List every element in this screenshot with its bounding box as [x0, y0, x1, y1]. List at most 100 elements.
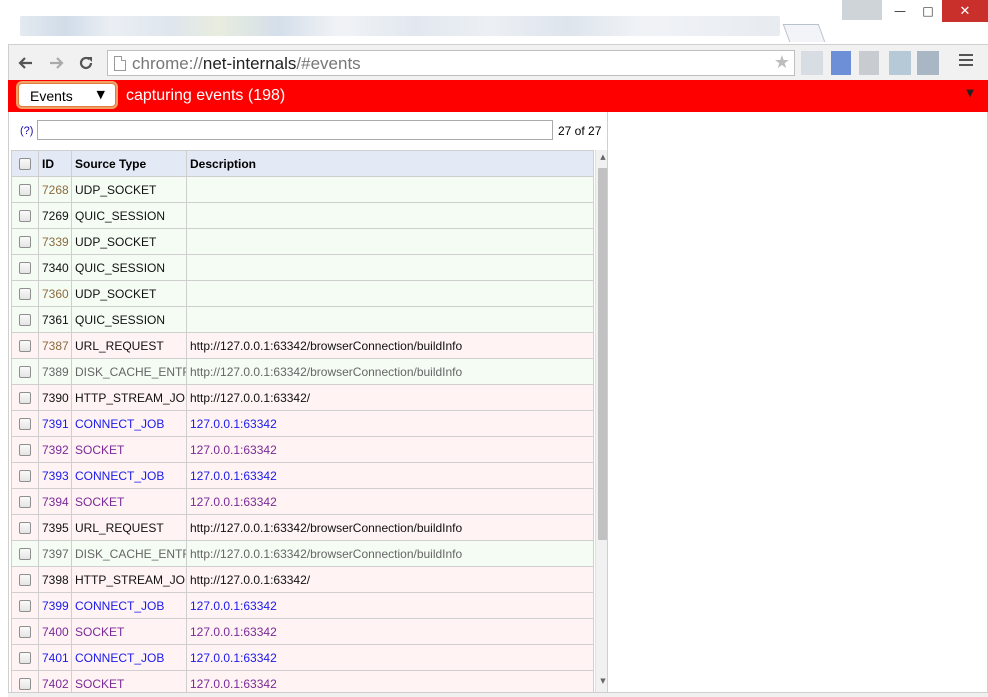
scrollbar-thumb[interactable] [598, 168, 607, 540]
scroll-up-arrow-icon[interactable]: ▲ [598, 153, 607, 165]
window-controls: — □ ✕ [886, 0, 988, 22]
row-checkbox[interactable] [11, 514, 39, 541]
maximize-button[interactable]: □ [914, 0, 942, 22]
row-checkbox[interactable] [11, 644, 39, 671]
minimize-button[interactable]: — [886, 0, 914, 22]
row-checkbox[interactable] [11, 202, 39, 229]
table-row[interactable]: 7269 QUIC_SESSION [11, 202, 594, 229]
description-cell: http://127.0.0.1:63342/ [186, 384, 594, 411]
filter-input[interactable] [37, 120, 553, 140]
select-all-checkbox[interactable] [11, 150, 39, 177]
dropdown-arrow-icon: ▼ [96, 88, 105, 101]
table-row[interactable]: 7390 HTTP_STREAM_JOB http://127.0.0.1:6334… [11, 384, 594, 411]
table-row[interactable]: 7394 SOCKET 127.0.0.1:63342 [11, 488, 594, 515]
table-row[interactable]: 7401 CONNECT_JOB 127.0.0.1:63342 [11, 644, 594, 671]
source-type-cell: URL_REQUEST [71, 332, 187, 359]
table-row[interactable]: 7398 HTTP_STREAM_JOB http://127.0.0.1:6334… [11, 566, 594, 593]
extension-icon[interactable] [859, 51, 879, 75]
source-type-cell: UDP_SOCKET [71, 280, 187, 307]
vertical-scrollbar[interactable]: ▲ ▼ [595, 150, 607, 692]
table-row[interactable]: 7392 SOCKET 127.0.0.1:63342 [11, 436, 594, 463]
extension-icon[interactable] [831, 51, 851, 75]
source-type-cell: CONNECT_JOB [71, 410, 187, 437]
star-icon[interactable]: ★ [774, 52, 790, 73]
filter-help-link[interactable]: (?) [20, 125, 33, 137]
description-cell: 127.0.0.1:63342 [186, 592, 594, 619]
table-row[interactable]: 7268 UDP_SOCKET [11, 176, 594, 203]
table-row[interactable]: 7339 UDP_SOCKET [11, 228, 594, 255]
column-header-source-type[interactable]: Source Type [71, 150, 187, 177]
row-checkbox[interactable] [11, 670, 39, 692]
row-checkbox[interactable] [11, 306, 39, 333]
table-row[interactable]: 7360 UDP_SOCKET [11, 280, 594, 307]
row-checkbox[interactable] [11, 566, 39, 593]
row-checkbox[interactable] [11, 592, 39, 619]
hamburger-menu-icon[interactable] [959, 54, 973, 68]
row-checkbox[interactable] [11, 540, 39, 567]
tab-select-dropdown[interactable]: Events ▼ [18, 83, 116, 107]
row-checkbox[interactable] [11, 436, 39, 463]
table-row[interactable]: 7361 QUIC_SESSION [11, 306, 594, 333]
new-tab-button[interactable] [782, 24, 826, 42]
event-id-cell: 7389 [38, 358, 72, 385]
scroll-down-arrow-icon[interactable]: ▼ [598, 677, 607, 689]
row-checkbox[interactable] [11, 618, 39, 645]
column-header-description[interactable]: Description [186, 150, 594, 177]
table-row[interactable]: 7397 DISK_CACHE_ENTRY http://127.0.0.1:633… [11, 540, 594, 567]
events-table: ID Source Type Description 7268 UDP_SOCKE… [11, 150, 594, 692]
extension-icon[interactable] [801, 51, 823, 75]
event-details-pane [608, 112, 988, 692]
description-cell: 127.0.0.1:63342 [186, 488, 594, 515]
source-type-cell: CONNECT_JOB [71, 462, 187, 489]
close-button[interactable]: ✕ [942, 0, 988, 22]
row-checkbox[interactable] [11, 410, 39, 437]
source-type-cell: SOCKET [71, 436, 187, 463]
address-bar[interactable]: chrome://net-internals/#events ★ [107, 50, 795, 76]
row-checkbox[interactable] [11, 332, 39, 359]
reload-icon[interactable] [75, 52, 97, 74]
description-cell: http://127.0.0.1:63342/browserConnection… [186, 540, 594, 567]
tab-strip-blurred[interactable] [20, 16, 780, 36]
column-header-id[interactable]: ID [38, 150, 72, 177]
event-id-cell: 7390 [38, 384, 72, 411]
description-cell [186, 202, 594, 229]
row-checkbox[interactable] [11, 384, 39, 411]
url-text[interactable]: chrome://net-internals/#events [132, 54, 361, 74]
extension-icon[interactable] [917, 51, 939, 75]
event-id-cell: 7392 [38, 436, 72, 463]
table-row[interactable]: 7340 QUIC_SESSION [11, 254, 594, 281]
row-checkbox[interactable] [11, 462, 39, 489]
browser-toolbar: chrome://net-internals/#events ★ [8, 44, 988, 80]
page-icon [114, 56, 126, 71]
event-id-cell: 7397 [38, 540, 72, 567]
back-arrow-icon[interactable] [15, 52, 37, 74]
filter-count: 27 of 27 [558, 124, 602, 138]
description-cell: http://127.0.0.1:63342/browserConnection… [186, 332, 594, 359]
table-row[interactable]: 7402 SOCKET 127.0.0.1:63342 [11, 670, 594, 692]
profile-blurred [842, 0, 882, 20]
triangle-down-icon[interactable]: ▼ [966, 88, 974, 99]
table-row[interactable]: 7391 CONNECT_JOB 127.0.0.1:63342 [11, 410, 594, 437]
row-checkbox[interactable] [11, 280, 39, 307]
extension-icon[interactable] [889, 51, 911, 75]
source-type-cell: SOCKET [71, 618, 187, 645]
table-row[interactable]: 7399 CONNECT_JOB 127.0.0.1:63342 [11, 592, 594, 619]
event-id-cell: 7391 [38, 410, 72, 437]
table-row[interactable]: 7395 URL_REQUEST http://127.0.0.1:63342/br… [11, 514, 594, 541]
table-row[interactable]: 7393 CONNECT_JOB 127.0.0.1:63342 [11, 462, 594, 489]
event-id-cell: 7269 [38, 202, 72, 229]
row-checkbox[interactable] [11, 254, 39, 281]
table-row[interactable]: 7389 DISK_CACHE_ENTRY http://127.0.0.1:633… [11, 358, 594, 385]
description-cell [186, 176, 594, 203]
row-checkbox[interactable] [11, 358, 39, 385]
description-cell [186, 254, 594, 281]
row-checkbox[interactable] [11, 228, 39, 255]
forward-arrow-icon[interactable] [45, 52, 67, 74]
row-checkbox[interactable] [11, 176, 39, 203]
events-list-pane: (?) 27 of 27 ID Source Type Description … [8, 112, 608, 692]
event-id-cell: 7398 [38, 566, 72, 593]
table-row[interactable]: 7400 SOCKET 127.0.0.1:63342 [11, 618, 594, 645]
source-type-cell: DISK_CACHE_ENTRY [71, 358, 187, 385]
row-checkbox[interactable] [11, 488, 39, 515]
table-row[interactable]: 7387 URL_REQUEST http://127.0.0.1:63342/br… [11, 332, 594, 359]
